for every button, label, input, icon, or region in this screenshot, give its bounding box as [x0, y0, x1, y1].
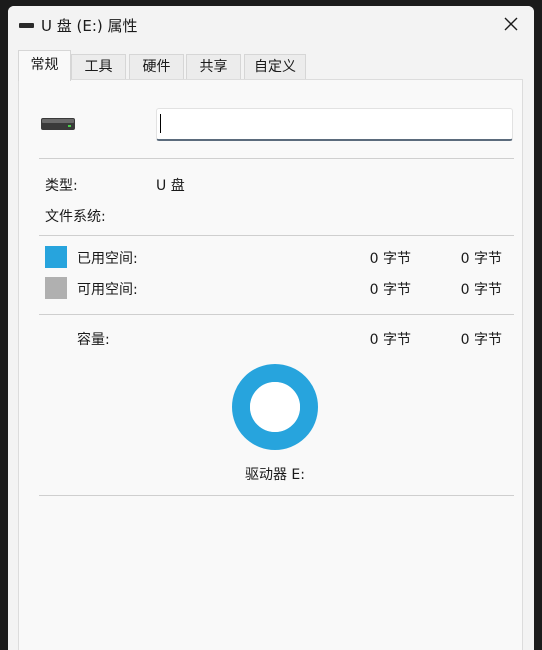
tab-hardware[interactable]: 硬件: [129, 54, 184, 79]
used-space-size: 0 字节: [460, 251, 502, 267]
used-space-swatch: [45, 246, 67, 268]
donut-hole: [250, 382, 300, 432]
properties-window: U 盘 (E:) 属性 常规 工具 硬件 共享 自定义 类型: U 盘 文件系统…: [8, 6, 534, 650]
window-title: U 盘 (E:) 属性: [41, 17, 138, 35]
tab-sharing[interactable]: 共享: [186, 54, 241, 79]
usage-donut-chart: [232, 364, 318, 450]
close-button[interactable]: [488, 6, 534, 42]
free-space-bytes: 0 字节: [369, 282, 411, 298]
drive-label: 驱动器 E:: [244, 467, 305, 483]
drive-icon: [19, 23, 34, 28]
tab-bar: 常规 工具 硬件 共享 自定义: [8, 46, 534, 81]
usb-drive-icon: [41, 118, 75, 130]
general-panel: 类型: U 盘 文件系统: 已用空间: 0 字节 0 字节 可用空间: 0 字节…: [18, 79, 523, 650]
capacity-label: 容量:: [77, 332, 110, 348]
filesystem-label: 文件系统:: [45, 209, 106, 225]
free-space-label: 可用空间:: [77, 282, 138, 298]
divider: [39, 158, 514, 159]
tab-tools[interactable]: 工具: [71, 54, 126, 79]
capacity-size: 0 字节: [460, 332, 502, 348]
drive-name-input[interactable]: [156, 108, 513, 141]
divider: [39, 495, 514, 496]
free-space-size: 0 字节: [460, 282, 502, 298]
tab-customize[interactable]: 自定义: [244, 54, 306, 79]
text-caret: [160, 114, 161, 133]
divider: [39, 235, 514, 236]
capacity-bytes: 0 字节: [369, 332, 411, 348]
used-space-label: 已用空间:: [77, 251, 138, 267]
type-label: 类型:: [45, 178, 78, 194]
close-icon: [504, 17, 518, 31]
divider: [39, 314, 514, 315]
title-bar[interactable]: U 盘 (E:) 属性: [8, 6, 534, 44]
used-space-bytes: 0 字节: [369, 251, 411, 267]
free-space-swatch: [45, 277, 67, 299]
type-value: U 盘: [156, 178, 185, 194]
tab-general[interactable]: 常规: [18, 50, 71, 81]
